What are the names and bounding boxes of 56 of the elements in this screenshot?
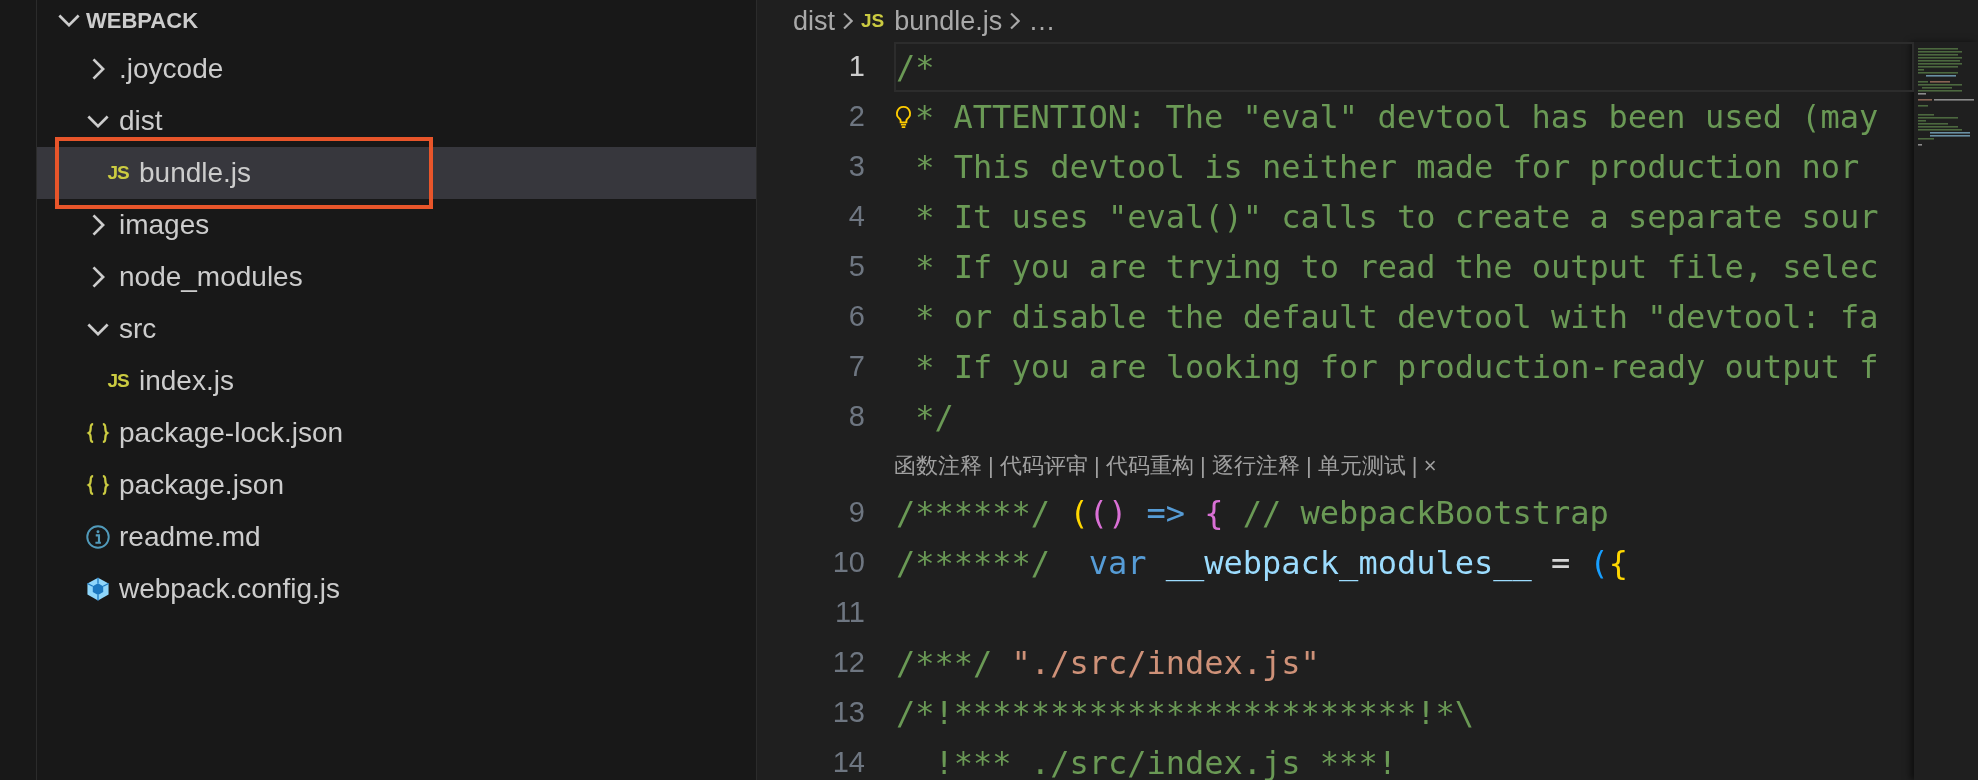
code-line: /*!************************!*\: [895, 693, 1475, 734]
code-line: /***/ "./src/index.js": [895, 643, 1321, 684]
line-number: 2: [847, 99, 866, 135]
code-line: */: [914, 397, 955, 438]
line-number: 5: [847, 249, 866, 285]
tree-item[interactable]: JS bundle.js: [37, 147, 756, 199]
line-number: 13: [831, 695, 866, 731]
line-number: 11: [833, 595, 866, 631]
explorer-title: WEBPACK: [86, 6, 199, 35]
breadcrumb-item[interactable]: dist: [793, 0, 836, 42]
code-line: * ATTENTION: The "eval" devtool has been used (may: [914, 97, 1880, 138]
line-number: 9: [847, 495, 866, 531]
code-line: * If you are looking for production-ready output f: [914, 347, 1880, 388]
info-icon: [85, 523, 111, 551]
line-number: 10: [831, 545, 866, 581]
js-file-icon: JS: [107, 158, 129, 188]
line-number: 14: [831, 745, 866, 780]
code-line: * or disable the default devtool with "devtool: fa: [914, 297, 1880, 338]
chevron-right-icon: [1010, 12, 1021, 30]
braces-icon: [85, 472, 111, 498]
tree-item[interactable]: node_modules: [37, 251, 756, 303]
braces-icon: [85, 420, 111, 446]
line-number: 6: [847, 299, 866, 335]
tree-item[interactable]: JS index.js: [37, 355, 756, 407]
tree-item[interactable]: package.json: [37, 459, 756, 511]
tree-item[interactable]: readme.md: [37, 511, 756, 563]
chevron-right-icon: [91, 58, 105, 80]
code-line: * This devtool is neither made for production nor: [914, 147, 1861, 188]
code-line: * If you are trying to read the output file, selec: [914, 247, 1880, 288]
line-number: 4: [847, 199, 866, 235]
line-number: 8: [847, 399, 866, 435]
code-line: * It uses "eval()" calls to create a separate sour: [914, 197, 1880, 238]
lightbulb-icon[interactable]: [894, 104, 913, 130]
js-file-icon: JS: [107, 366, 129, 396]
line-number: 12: [831, 645, 866, 681]
tree-item[interactable]: webpack.config.js: [37, 563, 756, 615]
chevron-right-icon: [91, 214, 105, 236]
chevron-right-icon: [843, 12, 854, 30]
chevron-down-icon: [87, 114, 109, 128]
chevron-right-icon: [91, 266, 105, 288]
codelens-actions[interactable]: 函数注释 | 代码评审 | 代码重构 | 逐行注释 | 单元测试 | ×: [894, 448, 1437, 482]
tree-item[interactable]: src: [37, 303, 756, 355]
code-line: !*** ./src/index.js ***!: [933, 743, 1398, 780]
code-line: /******/ (() => { // webpackBootstrap: [895, 493, 1610, 534]
tree-item[interactable]: package-lock.json: [37, 407, 756, 459]
breadcrumb-item[interactable]: JS bundle.js: [861, 0, 1003, 42]
line-number: 7: [847, 349, 866, 385]
line-number: 3: [847, 149, 866, 185]
code-line: /******/ var __webpack_modules__ = ({: [895, 543, 1630, 584]
breadcrumb-more[interactable]: …: [1028, 0, 1056, 42]
cube-icon: [85, 576, 111, 602]
tree-item[interactable]: images: [37, 199, 756, 251]
tree-item[interactable]: .joycode: [37, 43, 756, 95]
tree-item[interactable]: dist: [37, 95, 756, 147]
line-number: 1: [847, 49, 866, 85]
chevron-down-icon: [87, 322, 109, 336]
